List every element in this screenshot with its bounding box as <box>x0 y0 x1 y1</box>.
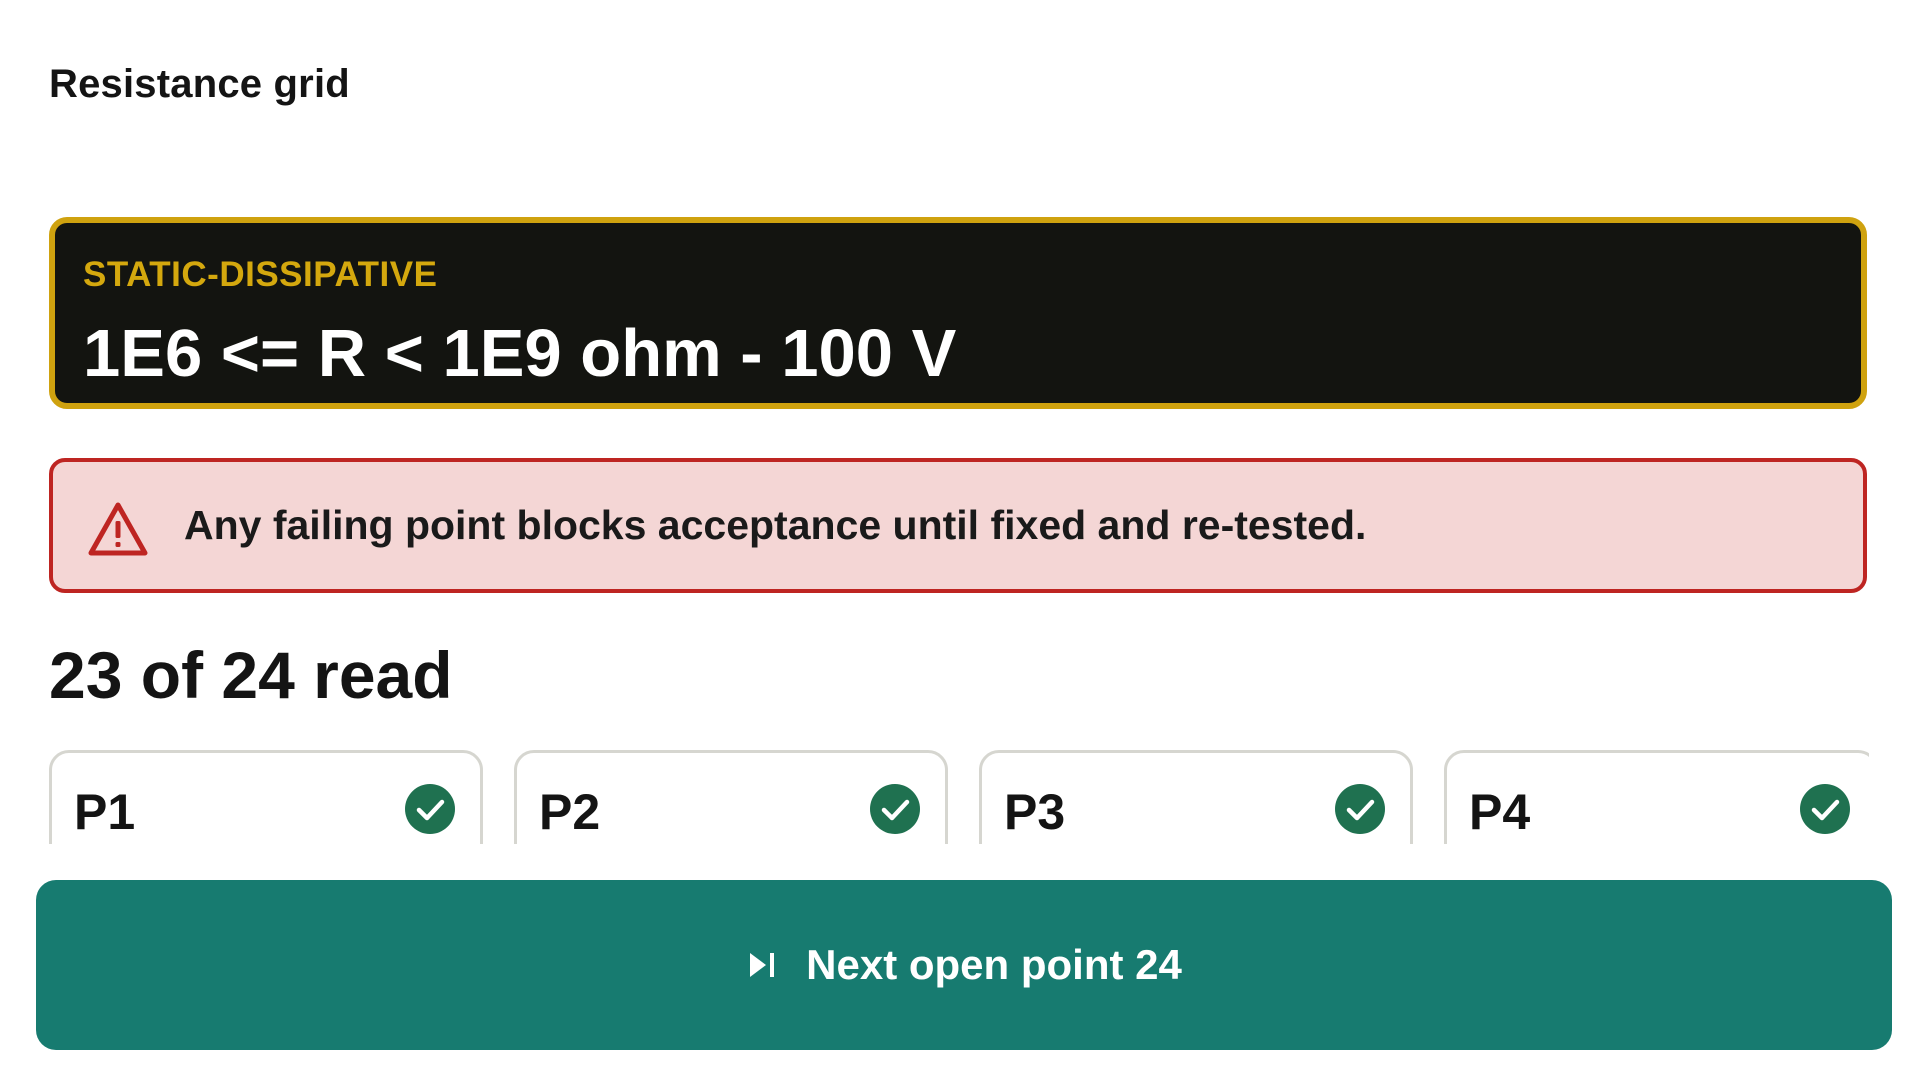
warning-banner: Any failing point blocks acceptance unti… <box>49 458 1867 593</box>
next-open-point-button[interactable]: Next open point 24 <box>36 880 1892 1050</box>
check-circle-icon <box>1335 784 1385 834</box>
check-circle-icon <box>870 784 920 834</box>
resistance-grid-screen: Resistance grid STATIC-DISSIPATIVE 1E6 <… <box>0 0 1920 1080</box>
point-card-p4[interactable]: P4 <box>1444 750 1869 844</box>
point-label: P2 <box>539 784 601 840</box>
next-button-label: Next open point 24 <box>806 941 1182 988</box>
point-card-p3[interactable]: P3 <box>979 750 1413 844</box>
points-row: P1 P2 P3 P4 <box>49 750 1869 844</box>
warning-triangle-icon <box>88 502 148 556</box>
check-circle-icon <box>405 784 455 834</box>
warning-text: Any failing point blocks acceptance unti… <box>184 502 1367 548</box>
points-grid[interactable]: P1 P2 P3 P4 <box>49 750 1869 844</box>
point-label: P3 <box>1004 784 1066 840</box>
point-card-p1[interactable]: P1 <box>49 750 483 844</box>
spec-card: STATIC-DISSIPATIVE 1E6 <= R < 1E9 ohm - … <box>49 217 1867 409</box>
point-card-p2[interactable]: P2 <box>514 750 948 844</box>
point-label: P4 <box>1469 784 1531 840</box>
point-label: P1 <box>74 784 136 840</box>
skip-next-icon <box>750 953 775 977</box>
progress-count: 23 of 24 read <box>49 638 453 712</box>
check-circle-icon <box>1800 784 1850 834</box>
page-title: Resistance grid <box>49 62 350 106</box>
spec-range: 1E6 <= R < 1E9 ohm - 100 V <box>83 316 957 391</box>
spec-category: STATIC-DISSIPATIVE <box>83 255 438 294</box>
